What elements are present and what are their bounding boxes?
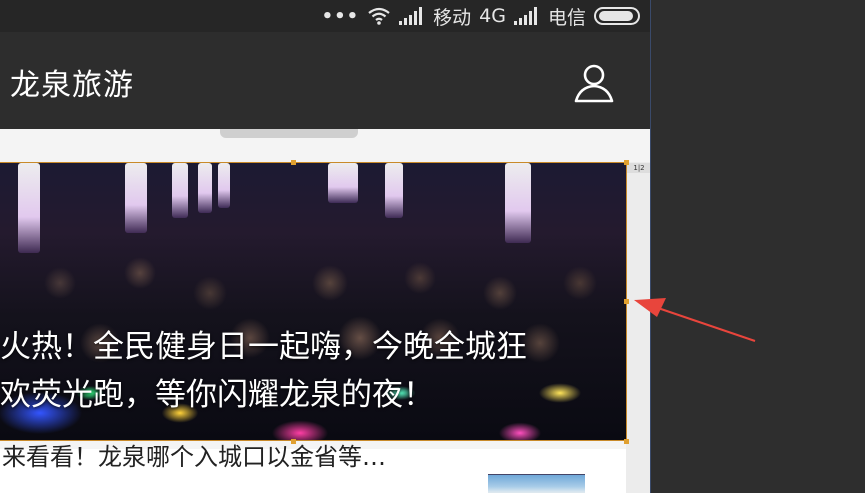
banner-caption: 火热！全民健身日一起嗨，今晚全城狂 欢荧光跑，等你闪耀龙泉的夜！ [0, 323, 626, 419]
light-pillar [385, 163, 403, 218]
user-icon[interactable] [572, 62, 616, 106]
carrier-label-2: 电信 [547, 6, 586, 29]
more-dots-icon: ••• [321, 5, 360, 27]
status-indicators: ••• 移动 4G 电信 [322, 3, 640, 29]
light-pillar [172, 163, 188, 218]
light-pillar [198, 163, 212, 213]
banner-image[interactable]: 火热！全民健身日一起嗨，今晚全城狂 欢荧光跑，等你闪耀龙泉的夜！ [0, 163, 626, 441]
resize-handle[interactable] [624, 299, 629, 304]
light-pillar [218, 163, 230, 208]
signal-icon [513, 7, 540, 25]
guide-line [650, 0, 651, 493]
pull-tab[interactable] [220, 129, 358, 138]
annotation-arrow-icon [634, 298, 756, 342]
status-bar: ••• 移动 4G 电信 [0, 0, 650, 32]
banner-caption-line: 火热！全民健身日一起嗨，今晚全城狂 [0, 329, 527, 365]
resize-handle[interactable] [291, 439, 296, 444]
phone-preview: ••• 移动 4G 电信 龙泉旅游 火热！全民健身日一起嗨，今晚全城狂 欢荧光跑… [0, 0, 650, 493]
app-title: 龙泉旅游 [10, 68, 134, 103]
signal-icon [399, 7, 425, 25]
carrier-label-1: 移动 [433, 6, 472, 29]
resize-handle[interactable] [291, 160, 296, 165]
editor-background [650, 0, 865, 493]
list-item-thumbnail [488, 474, 585, 493]
network-type: 4G [479, 5, 506, 27]
list-item[interactable]: 来看看！龙泉哪个入城口以金省等… [0, 443, 626, 493]
resize-handle[interactable] [624, 439, 629, 444]
light-pillar [328, 163, 358, 203]
app-bar: 龙泉旅游 [0, 32, 650, 129]
battery-icon [594, 7, 640, 25]
wifi-icon [367, 6, 391, 26]
resize-handle[interactable] [624, 160, 629, 165]
size-tag: 1|2 [627, 163, 650, 173]
banner-caption-line: 欢荧光跑，等你闪耀龙泉的夜！ [0, 377, 434, 413]
list-item-title: 来看看！龙泉哪个入城口以金省等… [2, 443, 386, 471]
